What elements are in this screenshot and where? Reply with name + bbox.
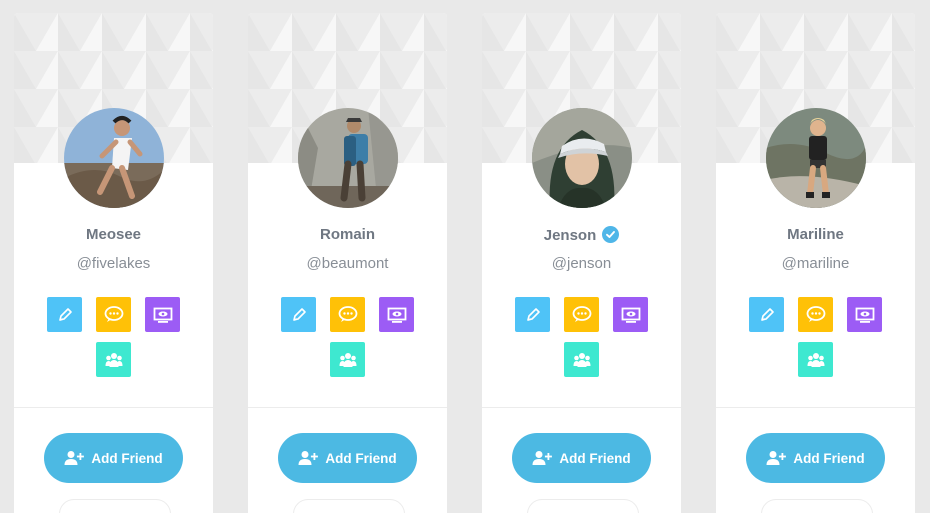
message-button[interactable] bbox=[564, 297, 599, 332]
avatar[interactable] bbox=[532, 108, 632, 208]
card-divider bbox=[248, 407, 447, 408]
edit-button[interactable] bbox=[281, 297, 316, 332]
profile-card: Romain @beaumont Add Friend bbox=[248, 13, 447, 513]
add-user-icon bbox=[766, 451, 787, 465]
profile-name-row: Romain bbox=[248, 226, 447, 243]
verified-badge-icon bbox=[602, 226, 620, 243]
add-user-icon bbox=[298, 451, 319, 465]
card-divider bbox=[482, 407, 681, 408]
watch-button[interactable] bbox=[613, 297, 648, 332]
group-icon bbox=[807, 352, 824, 367]
add-friend-button[interactable]: Add Friend bbox=[746, 433, 885, 483]
chat-bubble-icon bbox=[104, 305, 123, 322]
group-button[interactable] bbox=[96, 342, 131, 377]
pencil-icon bbox=[760, 307, 774, 321]
profile-name[interactable]: Meosee bbox=[86, 226, 141, 243]
add-user-icon bbox=[532, 451, 553, 465]
profile-handle: @mariline bbox=[781, 255, 850, 272]
profile-name[interactable]: Mariline bbox=[787, 226, 844, 243]
profile-card: Mariline @mariline Add Friend bbox=[716, 13, 915, 513]
secondary-button[interactable] bbox=[527, 499, 639, 513]
display-eye-icon bbox=[387, 307, 406, 323]
message-button[interactable] bbox=[96, 297, 131, 332]
profile-name-row: Meosee bbox=[14, 226, 213, 243]
card-divider bbox=[14, 407, 213, 408]
profile-name[interactable]: Jenson bbox=[544, 227, 597, 244]
pencil-icon bbox=[58, 307, 72, 321]
secondary-button[interactable] bbox=[761, 499, 873, 513]
group-icon bbox=[105, 352, 122, 367]
group-icon bbox=[573, 352, 590, 367]
watch-button[interactable] bbox=[379, 297, 414, 332]
add-friend-label: Add Friend bbox=[91, 450, 163, 466]
profile-name-row: Mariline bbox=[716, 226, 915, 243]
group-icon bbox=[339, 352, 356, 367]
card-divider bbox=[716, 407, 915, 408]
avatar[interactable] bbox=[766, 108, 866, 208]
profile-card: Meosee @fivelakes Add Friend bbox=[14, 13, 213, 513]
display-eye-icon bbox=[855, 307, 874, 323]
watch-button[interactable] bbox=[145, 297, 180, 332]
display-eye-icon bbox=[153, 307, 172, 323]
group-button[interactable] bbox=[564, 342, 599, 377]
secondary-button[interactable] bbox=[293, 499, 405, 513]
message-button[interactable] bbox=[330, 297, 365, 332]
add-friend-button[interactable]: Add Friend bbox=[44, 433, 183, 483]
add-friend-button[interactable]: Add Friend bbox=[278, 433, 417, 483]
pencil-icon bbox=[526, 307, 540, 321]
add-friend-button[interactable]: Add Friend bbox=[512, 433, 651, 483]
add-friend-label: Add Friend bbox=[793, 450, 865, 466]
chat-bubble-icon bbox=[338, 305, 357, 322]
secondary-button[interactable] bbox=[59, 499, 171, 513]
profile-handle: @fivelakes bbox=[76, 255, 151, 272]
profile-card: Jenson @jenson Add Friend bbox=[482, 13, 681, 513]
edit-button[interactable] bbox=[47, 297, 82, 332]
avatar[interactable] bbox=[298, 108, 398, 208]
group-button[interactable] bbox=[798, 342, 833, 377]
add-friend-label: Add Friend bbox=[325, 450, 397, 466]
add-user-icon bbox=[64, 451, 85, 465]
edit-button[interactable] bbox=[749, 297, 784, 332]
profile-handle: @beaumont bbox=[306, 255, 389, 272]
profile-name[interactable]: Romain bbox=[320, 226, 375, 243]
group-button[interactable] bbox=[330, 342, 365, 377]
message-button[interactable] bbox=[798, 297, 833, 332]
add-friend-label: Add Friend bbox=[559, 450, 631, 466]
profile-handle: @jenson bbox=[551, 255, 612, 272]
chat-bubble-icon bbox=[806, 305, 825, 322]
edit-button[interactable] bbox=[515, 297, 550, 332]
profile-name-row: Jenson bbox=[482, 226, 681, 244]
display-eye-icon bbox=[621, 307, 640, 323]
avatar[interactable] bbox=[64, 108, 164, 208]
chat-bubble-icon bbox=[572, 305, 591, 322]
watch-button[interactable] bbox=[847, 297, 882, 332]
pencil-icon bbox=[292, 307, 306, 321]
